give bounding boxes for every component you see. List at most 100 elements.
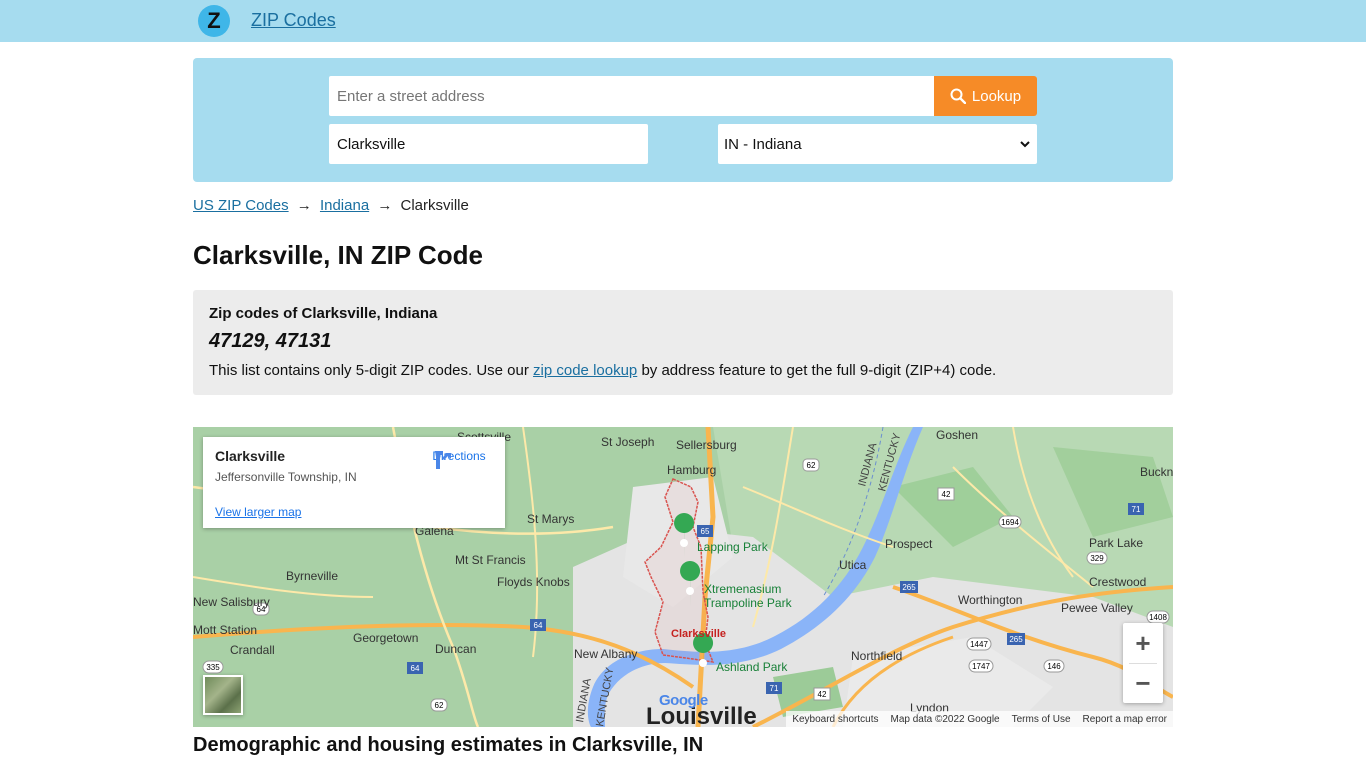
google-logo: Google <box>659 692 708 709</box>
route-shield: 64 <box>530 619 546 631</box>
route-shield: 329 <box>1086 551 1108 565</box>
search-icon <box>950 88 966 104</box>
route-shield: 1694 <box>998 515 1022 529</box>
map-label: Duncan <box>435 642 476 656</box>
map-label: Worthington <box>958 593 1022 607</box>
svg-text:64: 64 <box>411 664 420 673</box>
route-shield: 65 <box>697 525 713 537</box>
svg-text:1447: 1447 <box>970 640 988 649</box>
route-shield: 42 <box>813 687 831 701</box>
svg-text:71: 71 <box>770 684 779 693</box>
route-shield: 42 <box>937 487 955 501</box>
map-label: Park Lake <box>1089 536 1143 550</box>
svg-text:265: 265 <box>902 583 916 592</box>
brand-link[interactable]: ZIP Codes <box>251 10 336 31</box>
city-input[interactable] <box>329 124 648 164</box>
breadcrumb-link-us[interactable]: US ZIP Codes <box>193 197 289 214</box>
map-label: New Albany <box>574 647 637 661</box>
svg-text:146: 146 <box>1047 662 1061 671</box>
route-shield: 71 <box>766 682 782 694</box>
map-label: Mott Station <box>193 623 257 637</box>
svg-text:42: 42 <box>818 690 827 699</box>
chevron-down-icon <box>1020 141 1030 148</box>
breadcrumb-separator: → <box>296 197 312 214</box>
demographics-heading: Demographic and housing estimates in Cla… <box>193 734 704 756</box>
map-data-credit: Map data ©2022 Google <box>890 713 1000 725</box>
zip-codes-list: 47129, 47131 <box>209 330 332 352</box>
map-label: Buckner <box>1140 465 1173 479</box>
breadcrumb-separator: → <box>377 197 393 214</box>
svg-text:1408: 1408 <box>1149 613 1167 622</box>
svg-text:62: 62 <box>807 461 816 470</box>
map-card-subtitle: Jeffersonville Township, IN <box>215 470 357 484</box>
directions-icon <box>435 451 451 469</box>
route-shield: 1408 <box>1146 610 1170 624</box>
map-label: Hamburg <box>667 463 716 477</box>
route-shield: 1747 <box>968 659 994 673</box>
route-shield: 265 <box>1007 633 1025 645</box>
svg-text:1694: 1694 <box>1001 518 1019 527</box>
zoom-in-button[interactable]: + <box>1123 623 1163 663</box>
route-shield: 62 <box>430 698 448 712</box>
breadcrumb: US ZIP Codes → Indiana → Clarksville <box>193 197 469 214</box>
zoom-out-button[interactable]: − <box>1123 663 1163 703</box>
route-shield: 62 <box>802 458 820 472</box>
route-shield: 71 <box>1128 503 1144 515</box>
report-map-error-link[interactable]: Report a map error <box>1083 714 1167 725</box>
map-label: New Salisbury <box>193 595 270 609</box>
route-shield: 146 <box>1043 659 1065 673</box>
note-text: This list contains only 5-digit ZIP code… <box>209 362 534 379</box>
site-logo-icon[interactable]: Z <box>198 5 230 37</box>
state-select[interactable]: IN - Indiana <box>718 124 1037 164</box>
svg-text:329: 329 <box>1090 554 1104 563</box>
breadcrumb-link-state[interactable]: Indiana <box>320 197 369 214</box>
map-label: Byrneville <box>286 569 338 583</box>
lookup-label: Lookup <box>971 87 1022 105</box>
map-label: Utica <box>839 558 867 572</box>
map-label: Northfield <box>851 649 902 663</box>
map-label: Floyds Knobs <box>497 575 570 589</box>
svg-text:65: 65 <box>701 527 710 536</box>
map-label: Mt St Francis <box>455 553 526 567</box>
svg-text:42: 42 <box>942 490 951 499</box>
map-label: Crestwood <box>1089 575 1146 589</box>
note-text: by address feature to get the full 9-dig… <box>637 362 997 379</box>
map-label: Pewee Valley <box>1061 601 1133 615</box>
route-shield: 265 <box>900 581 918 593</box>
zip-codes-note: This list contains only 5-digit ZIP code… <box>209 362 996 379</box>
svg-text:71: 71 <box>1132 505 1141 514</box>
zoom-controls: + − <box>1123 623 1163 703</box>
zip-codes-label: Zip codes of Clarksville, Indiana <box>209 305 438 322</box>
map-layer-toggle[interactable] <box>203 675 243 715</box>
map-label: Lapping Park <box>697 540 769 554</box>
google-map[interactable]: 62 42 1694 71 65 329 265 1408 64 335 64 … <box>193 427 1173 727</box>
terms-of-use-link[interactable]: Terms of Use <box>1012 714 1071 725</box>
map-footer: Keyboard shortcuts Map data ©2022 Google… <box>786 711 1173 727</box>
map-info-card: Clarksville Jeffersonville Township, IN … <box>203 437 505 528</box>
map-label: St Marys <box>527 512 574 526</box>
map-label: Trampoline Park <box>704 596 793 610</box>
svg-text:335: 335 <box>206 663 220 672</box>
keyboard-shortcuts-link[interactable]: Keyboard shortcuts <box>792 714 878 725</box>
map-label: Xtremenasium <box>704 582 781 596</box>
route-shield: 1447 <box>966 637 992 651</box>
map-label: St Joseph <box>601 435 654 449</box>
breadcrumb-current: Clarksville <box>400 197 469 214</box>
map-card-title: Clarksville <box>215 448 286 464</box>
top-bar: Z ZIP Codes <box>0 0 1366 42</box>
directions-button[interactable]: Directions <box>431 449 487 469</box>
view-larger-map-link[interactable]: View larger map <box>215 505 301 519</box>
svg-text:265: 265 <box>1009 635 1023 644</box>
route-shield: 64 <box>407 662 423 674</box>
map-label: Georgetown <box>353 631 418 645</box>
route-shield: 335 <box>202 660 224 674</box>
svg-text:62: 62 <box>435 701 444 710</box>
map-label: Clarksville <box>671 628 726 640</box>
zip-codes-box: Zip codes of Clarksville, Indiana 47129,… <box>193 290 1173 395</box>
map-label: Goshen <box>936 428 978 442</box>
address-input[interactable] <box>329 76 934 116</box>
lookup-button[interactable]: Lookup <box>934 76 1037 116</box>
map-label: Prospect <box>885 537 933 551</box>
zip-lookup-link[interactable]: zip code lookup <box>533 362 637 379</box>
map-label: Crandall <box>230 643 275 657</box>
